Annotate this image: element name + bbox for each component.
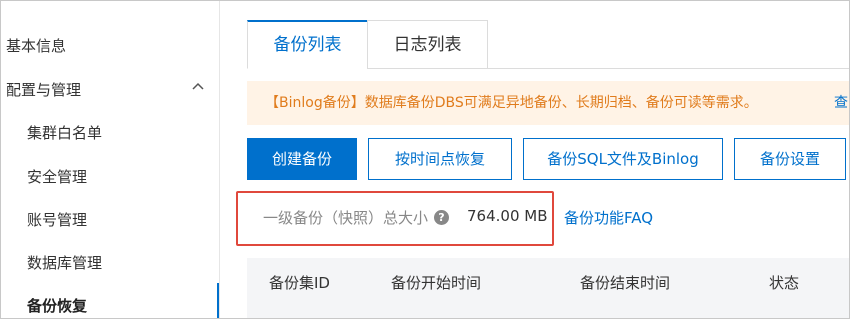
notice-banner: 【Binlog备份】数据库备份DBS可满足异地备份、长期归档、备份可读等需求。 … (247, 81, 849, 125)
highlight-box (236, 191, 554, 246)
tab-divider (367, 68, 849, 69)
sidebar-active-indicator (217, 283, 219, 318)
backup-faq-link[interactable]: 备份功能FAQ (564, 207, 653, 228)
backup-sql-binlog-button[interactable]: 备份SQL文件及Binlog (523, 138, 723, 180)
sidebar-item-basic-info[interactable]: 基本信息 (6, 35, 66, 56)
sidebar-item-security[interactable]: 安全管理 (27, 166, 87, 187)
column-header-start-time: 备份开始时间 (391, 274, 482, 292)
column-header-end-time: 备份结束时间 (580, 274, 671, 292)
column-header-status: 状态 (769, 274, 800, 292)
point-in-time-restore-button[interactable]: 按时间点恢复 (368, 138, 512, 180)
tab-backup-list[interactable]: 备份列表 (247, 20, 368, 69)
console-window: 基本信息 配置与管理 集群白名单 安全管理 账号管理 数据库管理 备份恢复 备份… (0, 0, 850, 319)
sidebar-group-config-management[interactable]: 配置与管理 (6, 79, 81, 100)
sidebar-item-databases[interactable]: 数据库管理 (27, 252, 102, 273)
sidebar-nav: 基本信息 配置与管理 集群白名单 安全管理 账号管理 数据库管理 备份恢复 (1, 1, 220, 318)
chevron-up-icon[interactable] (191, 79, 205, 93)
table-header (247, 258, 849, 318)
tab-log-list[interactable]: 日志列表 (367, 20, 488, 69)
column-header-backup-id: 备份集ID (269, 274, 330, 292)
sidebar-item-backup-restore[interactable]: 备份恢复 (27, 295, 87, 316)
sidebar-item-cluster-whitelist[interactable]: 集群白名单 (27, 122, 102, 143)
notice-link[interactable]: 查 (834, 81, 848, 125)
notice-text: 【Binlog备份】数据库备份DBS可满足异地备份、长期归档、备份可读等需求。 (265, 95, 758, 111)
create-backup-button[interactable]: 创建备份 (247, 138, 357, 180)
sidebar-item-accounts[interactable]: 账号管理 (27, 209, 87, 230)
backup-settings-button[interactable]: 备份设置 (734, 138, 846, 180)
